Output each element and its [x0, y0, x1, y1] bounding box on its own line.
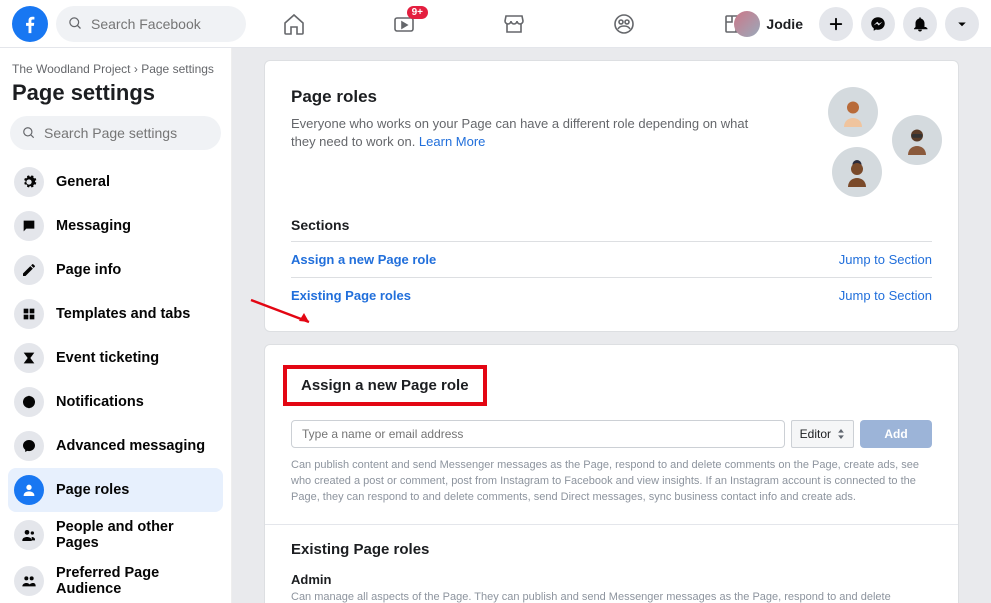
section-link-assign[interactable]: Assign a new Page role [291, 252, 436, 267]
assign-heading: Assign a new Page role [301, 377, 469, 394]
sidebar-item-label: General [56, 174, 110, 190]
learn-more-link[interactable]: Learn More [419, 134, 485, 149]
role-dropdown[interactable]: Editor [791, 420, 854, 448]
sidebar-item-templates[interactable]: Templates and tabs [8, 292, 223, 336]
sidebar-search[interactable] [10, 116, 221, 150]
profile-pill[interactable]: Jodie [730, 7, 811, 41]
global-search[interactable] [56, 6, 246, 42]
search-icon [68, 16, 83, 31]
sidebar-item-messaging[interactable]: Messaging [8, 204, 223, 248]
breadcrumb[interactable]: The Woodland Project › Page settings [8, 58, 223, 76]
globe-icon [14, 387, 44, 417]
sidebar-item-page-info[interactable]: Page info [8, 248, 223, 292]
name-email-input[interactable] [291, 420, 785, 448]
sidebar-item-label: Page info [56, 262, 121, 278]
page-roles-heading: Page roles [291, 87, 792, 107]
people-icon [14, 520, 44, 550]
sidebar-item-notifications[interactable]: Notifications [8, 380, 223, 424]
account-menu-button[interactable] [945, 7, 979, 41]
sidebar-item-label: Advanced messaging [56, 438, 205, 454]
section-row-assign: Assign a new Page role Jump to Section [291, 241, 932, 277]
jump-to-section[interactable]: Jump to Section [839, 252, 932, 267]
main-content: Page roles Everyone who works on your Pa… [232, 48, 991, 603]
nav-home[interactable] [280, 10, 308, 38]
sidebar-item-label: Page roles [56, 482, 129, 498]
sidebar-item-event-ticketing[interactable]: Event ticketing [8, 336, 223, 380]
sidebar-search-input[interactable] [44, 125, 194, 141]
sidebar-item-label: Notifications [56, 394, 144, 410]
nav-marketplace[interactable] [500, 10, 528, 38]
sort-icon [837, 429, 845, 439]
grid-icon [14, 299, 44, 329]
page-roles-description: Everyone who works on your Page can have… [291, 115, 761, 151]
pencil-icon [14, 255, 44, 285]
existing-roles-heading: Existing Page roles [291, 541, 932, 558]
sidebar-item-label: Messaging [56, 218, 131, 234]
sidebar-item-label: Event ticketing [56, 350, 159, 366]
sidebar-item-label: Templates and tabs [56, 306, 190, 322]
top-navigation: 9+ [280, 0, 748, 48]
notifications-button[interactable] [903, 7, 937, 41]
messenger-icon [14, 431, 44, 461]
admin-role-title: Admin [291, 572, 932, 587]
ticket-icon [14, 343, 44, 373]
topbar-right: Jodie [730, 0, 979, 48]
search-icon [22, 126, 36, 140]
add-button[interactable]: Add [860, 420, 932, 448]
sections-label: Sections [291, 217, 932, 233]
role-avatars-illustration [812, 87, 932, 197]
sidebar-item-page-roles[interactable]: Page roles [8, 468, 223, 512]
create-button[interactable] [819, 7, 853, 41]
section-link-existing[interactable]: Existing Page roles [291, 288, 411, 303]
admin-role-description: Can manage all aspects of the Page. They… [291, 590, 932, 603]
watch-badge: 9+ [407, 6, 428, 19]
audience-icon [14, 566, 44, 596]
nav-groups[interactable] [610, 10, 638, 38]
page-title: Page settings [8, 76, 223, 116]
sidebar-item-adv-messaging[interactable]: Advanced messaging [8, 424, 223, 468]
nav-watch[interactable]: 9+ [390, 10, 418, 38]
assign-role-card: Assign a new Page role Editor Add Can pu… [264, 344, 959, 603]
global-search-input[interactable] [91, 16, 221, 32]
sidebar: The Woodland Project › Page settings Pag… [0, 48, 232, 603]
facebook-logo[interactable] [12, 6, 48, 42]
page-roles-card: Page roles Everyone who works on your Pa… [264, 60, 959, 332]
jump-to-section[interactable]: Jump to Section [839, 288, 932, 303]
gear-icon [14, 167, 44, 197]
sidebar-item-people-pages[interactable]: People and other Pages [8, 512, 223, 558]
sidebar-item-general[interactable]: General [8, 160, 223, 204]
role-dropdown-label: Editor [800, 427, 831, 441]
sidebar-item-label: People and other Pages [56, 519, 217, 551]
role-description: Can publish content and send Messenger m… [291, 458, 932, 506]
person-icon [14, 475, 44, 505]
avatar [734, 11, 760, 37]
topbar: 9+ Jodie [0, 0, 991, 48]
section-row-existing: Existing Page roles Jump to Section [291, 277, 932, 313]
messenger-button[interactable] [861, 7, 895, 41]
sidebar-item-label: Preferred Page Audience [56, 565, 217, 597]
sidebar-item-pref-audience[interactable]: Preferred Page Audience [8, 558, 223, 603]
chat-icon [14, 211, 44, 241]
profile-name: Jodie [766, 16, 803, 32]
assign-heading-highlight: Assign a new Page role [283, 365, 487, 406]
